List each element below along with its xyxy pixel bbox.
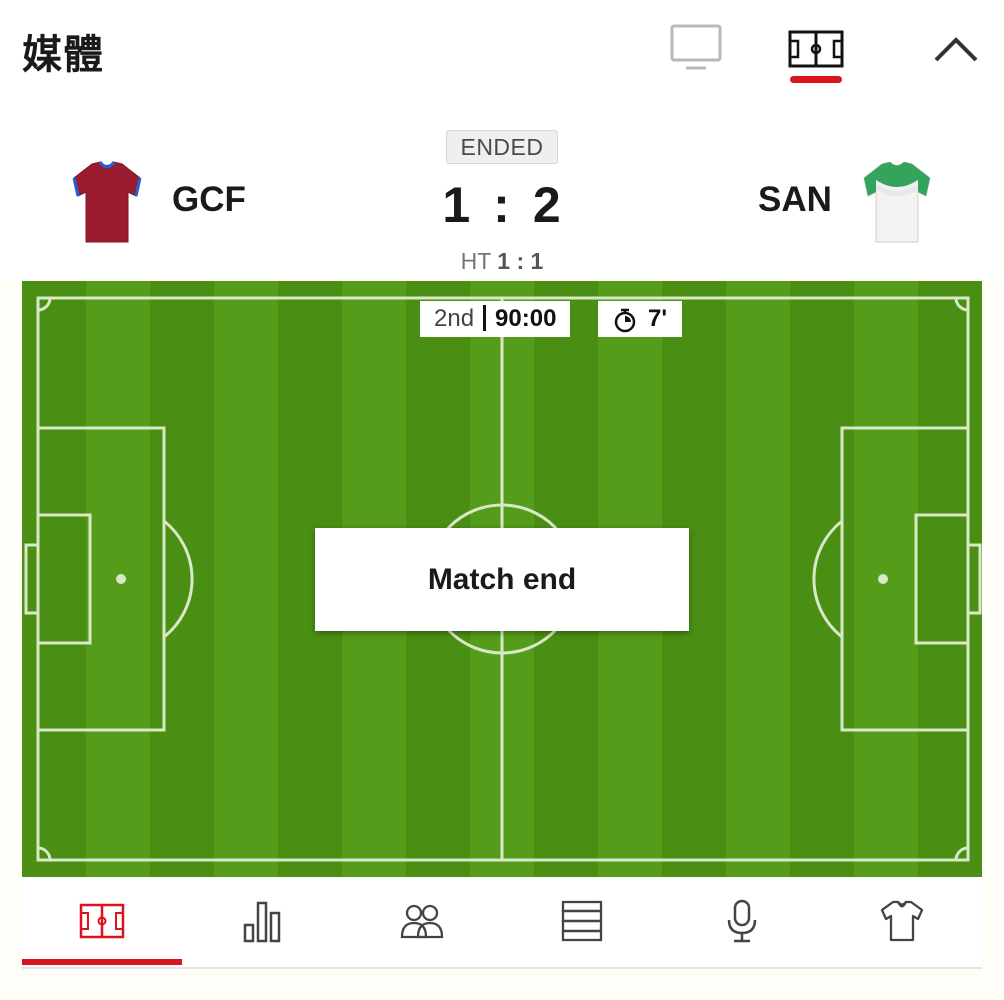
match-status-badge: ENDED [446, 130, 558, 164]
media-header: 媒體 [0, 0, 1004, 105]
tab-table[interactable] [502, 877, 662, 965]
pitch-view-button[interactable] [784, 24, 848, 86]
stats-bars-icon [243, 901, 281, 943]
tv-button[interactable] [668, 22, 730, 78]
home-jersey-icon [72, 161, 142, 243]
collapse-button[interactable] [930, 30, 982, 70]
match-half: 2nd [434, 305, 475, 332]
added-time-value: 7' [648, 305, 668, 332]
home-team-name: GCF [172, 180, 246, 219]
halftime-value: 1 : 1 [497, 248, 544, 274]
active-view-indicator [790, 76, 842, 83]
tab-stats[interactable] [182, 877, 342, 965]
active-tab-indicator [22, 959, 182, 965]
page-title: 媒體 [22, 32, 104, 78]
match-end-overlay: Match end [315, 528, 689, 631]
away-jersey-icon [863, 161, 931, 243]
tab-commentary[interactable] [662, 877, 822, 965]
jersey-icon [880, 900, 924, 942]
tv-icon [670, 24, 722, 70]
scoreboard: ENDED GCF 1:2 HT 1 : 1 SAN [0, 104, 1004, 280]
lineups-icon [400, 904, 444, 939]
list-icon [561, 900, 603, 942]
score-separator: : [493, 177, 511, 233]
halftime-score: HT 1 : 1 [402, 248, 602, 275]
clock-divider [483, 304, 487, 331]
stopwatch-icon [614, 308, 636, 333]
match-tabs [22, 877, 982, 969]
away-score: 2 [532, 177, 562, 233]
tab-lineups[interactable] [342, 877, 502, 965]
pitch-icon [788, 30, 844, 68]
microphone-icon [727, 899, 757, 943]
tab-pitch[interactable] [22, 877, 182, 965]
chevron-up-icon [934, 37, 978, 62]
match-time: 90:00 [495, 305, 557, 332]
match-clock: 2nd 90:00 [420, 301, 571, 337]
match-pitch: 2nd 90:00 7' Match end [22, 281, 982, 877]
tab-kits[interactable] [822, 877, 982, 965]
halftime-label: HT [460, 248, 491, 274]
match-score: 1:2 [402, 176, 602, 234]
away-team-name: SAN [758, 180, 832, 219]
added-time: 7' [598, 301, 682, 337]
pitch-icon [79, 903, 125, 939]
home-score: 1 [442, 177, 472, 233]
